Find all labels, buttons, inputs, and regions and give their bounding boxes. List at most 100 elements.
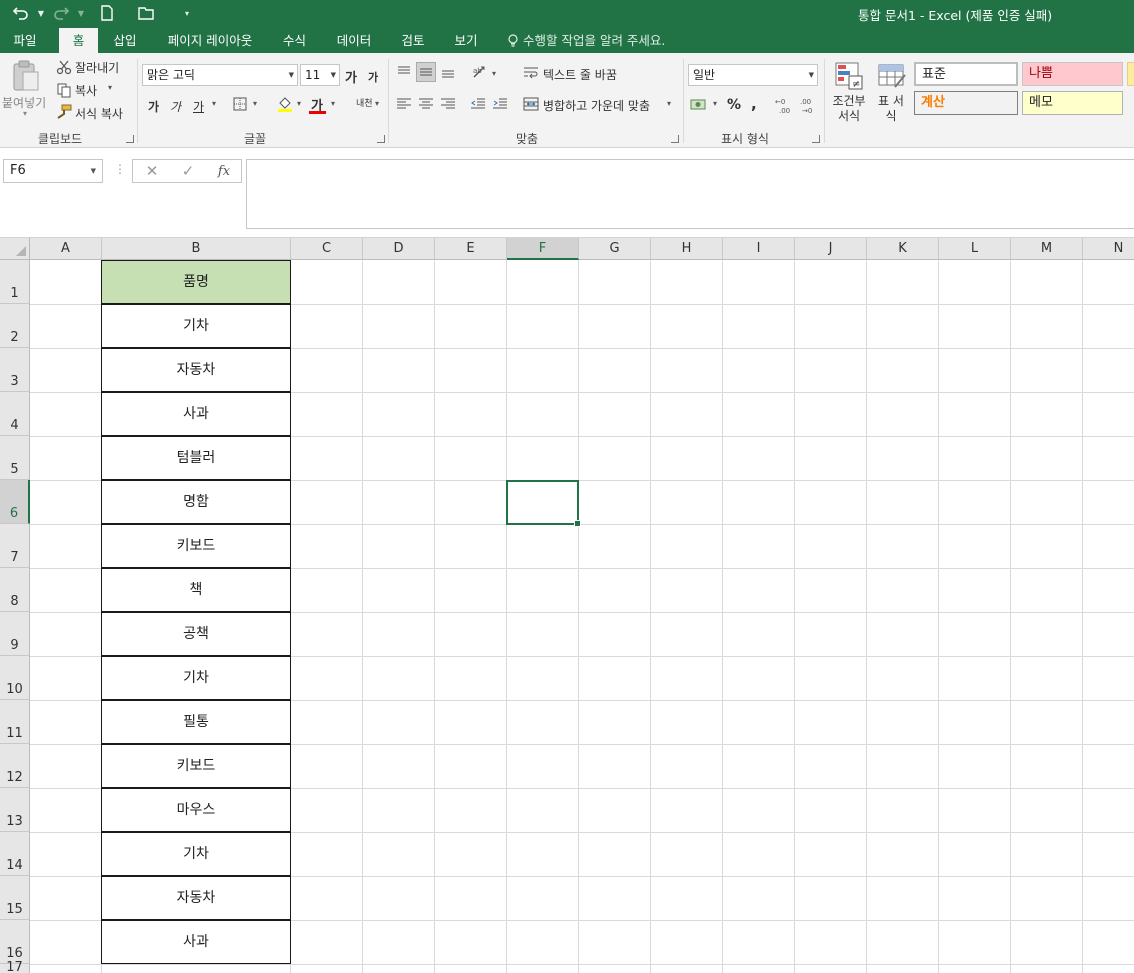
paste-icon[interactable] [8,58,44,94]
row-header-11[interactable]: 11 [0,700,30,744]
column-header-k[interactable]: K [867,238,939,260]
select-all-button[interactable] [0,238,30,260]
number-launcher-icon[interactable] [812,135,820,143]
percent-style-button[interactable]: % [727,97,741,113]
row-header-9[interactable]: 9 [0,612,30,656]
grow-font-button[interactable]: 가 [345,67,357,86]
tab-insert[interactable]: 삽입 [104,28,146,53]
accounting-dropdown-icon[interactable]: ▾ [713,99,717,108]
redo-icon[interactable] [50,3,72,23]
cell-b14[interactable]: 기차 [101,832,291,876]
align-left-icon[interactable] [395,95,413,113]
phonetic-button[interactable]: 내천 [356,96,373,109]
cell-b1[interactable]: 품명 [101,260,291,304]
active-cell-f6[interactable] [506,480,581,527]
undo-icon[interactable] [10,3,32,23]
decrease-indent-icon[interactable] [469,95,487,113]
merge-dropdown-icon[interactable]: ▾ [667,99,671,108]
cell-b16[interactable]: 사과 [101,920,291,964]
cell-b4[interactable]: 사과 [101,392,291,436]
new-file-icon[interactable] [96,3,118,23]
align-center-icon[interactable] [417,95,435,113]
row-header-1[interactable]: 1 [0,260,30,304]
row-header-4[interactable]: 4 [0,392,30,436]
tab-review[interactable]: 검토 [390,28,436,53]
format-as-table-button[interactable]: 표 서식 [873,94,909,124]
orientation-dropdown-icon[interactable]: ▾ [492,69,496,78]
cell-b10[interactable]: 기차 [101,656,291,700]
copy-button[interactable]: 복사 [75,82,97,99]
style-bad[interactable]: 나쁨 [1022,62,1123,86]
style-neutral[interactable] [1127,62,1134,86]
phonetic-dropdown-icon[interactable]: ▾ [375,99,379,108]
column-header-d[interactable]: D [363,238,435,260]
comma-style-button[interactable]: , [751,95,757,113]
increase-decimal-icon[interactable]: ←0.00 [775,95,795,115]
tab-page-layout[interactable]: 페이지 레이아웃 [158,28,262,53]
column-header-e[interactable]: E [435,238,507,260]
row-header-17[interactable]: 17 [0,960,30,973]
decrease-decimal-icon[interactable]: .00 →0 [798,95,818,115]
shrink-font-button[interactable]: 가 [368,69,378,85]
column-header-a[interactable]: A [30,238,102,260]
conditional-formatting-button[interactable]: 조건부 서식 [831,94,867,124]
row-header-15[interactable]: 15 [0,876,30,920]
row-header-7[interactable]: 7 [0,524,30,568]
redo-dropdown-icon[interactable]: ▼ [76,3,86,23]
paste-dropdown-icon[interactable]: ▾ [23,109,27,118]
font-name-dropdown-icon[interactable]: ▼ [289,65,294,85]
column-header-f[interactable]: F [507,238,579,260]
tab-home[interactable]: 홈 [59,28,98,53]
cell-b9[interactable]: 공책 [101,612,291,656]
italic-button[interactable]: 가 [170,98,181,115]
merge-center-button[interactable]: 병합하고 가운데 맞춤 [543,97,650,114]
cell-b13[interactable]: 마우스 [101,788,291,832]
copy-dropdown-icon[interactable]: ▾ [108,83,112,92]
align-top-icon[interactable] [395,62,413,82]
column-header-l[interactable]: L [939,238,1011,260]
column-header-b[interactable]: B [102,238,291,260]
cancel-icon[interactable]: ✕ [136,159,168,183]
underline-button[interactable]: 가 [193,98,204,115]
tab-file[interactable]: 파일 [0,28,50,53]
column-header-m[interactable]: M [1011,238,1083,260]
fill-color-icon[interactable] [276,95,294,113]
column-header-h[interactable]: H [651,238,723,260]
name-box-dropdown-icon[interactable]: ▼ [91,160,96,182]
font-name-box[interactable]: 맑은 고딕 ▼ [142,64,298,86]
row-header-16[interactable]: 16 [0,920,30,964]
tab-data[interactable]: 데이터 [328,28,380,53]
formula-bar-grip-icon[interactable]: ⋮ [114,162,126,176]
tab-view[interactable]: 보기 [444,28,488,53]
row-header-5[interactable]: 5 [0,436,30,480]
alignment-launcher-icon[interactable] [671,135,679,143]
cut-button[interactable]: 잘라내기 [75,59,119,76]
column-header-c[interactable]: C [291,238,363,260]
tell-me-box[interactable]: 수행할 작업을 알려 주세요. [507,28,665,53]
column-header-j[interactable]: J [795,238,867,260]
wrap-text-button[interactable]: 텍스트 줄 바꿈 [543,66,617,83]
increase-indent-icon[interactable] [491,95,509,113]
bold-button[interactable]: 가 [148,98,159,115]
cell-b6[interactable]: 명함 [101,480,291,524]
orientation-icon[interactable]: ab [470,63,490,81]
number-format-dropdown-icon[interactable]: ▼ [809,65,814,85]
undo-dropdown-icon[interactable]: ▼ [36,3,46,23]
style-calculation[interactable]: 계산 [914,91,1018,115]
accounting-format-icon[interactable] [690,96,710,114]
open-folder-icon[interactable] [136,3,158,23]
borders-icon[interactable] [232,96,248,112]
cell-b7[interactable]: 키보드 [101,524,291,568]
align-right-icon[interactable] [439,95,457,113]
cell-b15[interactable]: 자동차 [101,876,291,920]
format-painter-button[interactable]: 서식 복사 [75,105,123,122]
enter-icon[interactable]: ✓ [172,159,204,183]
row-header-10[interactable]: 10 [0,656,30,700]
fill-color-dropdown-icon[interactable]: ▾ [297,99,301,108]
column-header-g[interactable]: G [579,238,651,260]
cell-b5[interactable]: 텀블러 [101,436,291,480]
font-launcher-icon[interactable] [377,135,385,143]
insert-function-icon[interactable]: fx [208,159,240,183]
style-note[interactable]: 메모 [1022,91,1123,115]
row-header-2[interactable]: 2 [0,304,30,348]
